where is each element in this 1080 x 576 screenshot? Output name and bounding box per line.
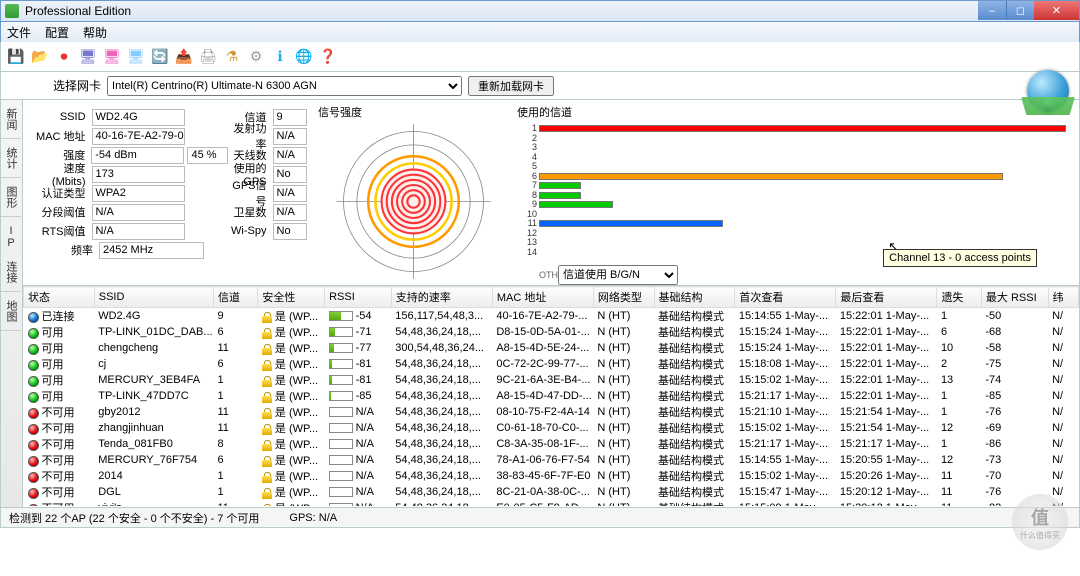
col-header[interactable]: MAC 地址 [492,287,593,308]
export-icon[interactable]: 📤 [173,46,195,68]
help-icon[interactable]: ❓ [317,46,339,68]
table-row[interactable]: 不可用Tenda_081FB08是 (WP...N/A54,48,36,24,1… [24,436,1079,452]
menubar: 文件 配置 帮助 [0,22,1080,42]
channel-panel: 使用的信道 1234567891011121314 OTH 信道使用 B/G/N… [513,100,1079,285]
table-row[interactable]: 可用MERCURY_3EB4FA1是 (WP...-8154,48,36,24,… [24,372,1079,388]
toolbar: 💾📂⏺🖥🖥🖥🔄📤🖨⚗⚙ℹ🌐❓ [0,42,1080,72]
info-icon[interactable]: ℹ [269,46,291,68]
ap-table-wrap[interactable]: 状态SSID信道安全性RSSI支持的速率MAC 地址网络类型基础结构首次查看最后… [23,286,1079,506]
col-header[interactable]: 安全性 [258,287,325,308]
table-row[interactable]: 不可用20141是 (WP...N/A54,48,36,24,18,...38-… [24,468,1079,484]
table-row[interactable]: 不可用zhangjinhuan11是 (WP...N/A54,48,36,24,… [24,420,1079,436]
table-row[interactable]: 不可用vivi's11是 (WP...N/A54,48,36,24,18,...… [24,500,1079,506]
radar-chart [326,124,501,279]
table-row[interactable]: 不可用DGL1是 (WP...N/A54,48,36,24,18,...8C-2… [24,484,1079,500]
menu-config[interactable]: 配置 [45,24,69,41]
col-header[interactable]: 纬 [1048,287,1078,308]
monitors-icon[interactable]: 🖥 [101,46,123,68]
channel-title: 使用的信道 [517,104,1071,120]
table-row[interactable]: 已连接WD2.4G9是 (WP...-54156,117,54,48,3...4… [24,308,1079,325]
vtab-1[interactable]: 统计 [1,139,21,178]
update-icon[interactable]: 🌐 [293,46,315,68]
titlebar: Professional Edition – ◻ ✕ [0,0,1080,22]
menu-file[interactable]: 文件 [7,24,31,41]
col-header[interactable]: 信道 [213,287,257,308]
adapter-label: 选择网卡 [53,77,101,94]
vtab-3[interactable]: IP 连接 [1,217,21,292]
status-ap-count: 检测到 22 个AP (22 个安全 - 0 个不安全) - 7 个可用 [9,510,259,526]
info-panel: SSIDWD2.4G信道9MAC 地址40-16-7E-A2-79-00发射功率… [23,100,313,285]
adapter-controls: 选择网卡 Intel(R) Centrino(R) Ultimate-N 630… [0,72,1080,100]
radar-panel: 信号强度 [313,100,513,285]
reload-adapter-button[interactable]: 重新加载网卡 [468,76,554,96]
col-header[interactable]: SSID [94,287,213,308]
vtab-0[interactable]: 新闻 [1,100,21,139]
table-row[interactable]: 不可用gby201211是 (WP...N/A54,48,36,24,18,..… [24,404,1079,420]
adapter-select[interactable]: Intel(R) Centrino(R) Ultimate-N 6300 AGN [107,76,462,96]
close-button[interactable]: ✕ [1034,1,1079,20]
col-header[interactable]: 网络类型 [593,287,654,308]
col-header[interactable]: 最大 RSSI [981,287,1048,308]
table-row[interactable]: 可用cj6是 (WP...-8154,48,36,24,18,...0C-72-… [24,356,1079,372]
channel-tooltip: Channel 13 - 0 access points [883,249,1037,267]
watermark: 值 什么值得买 [1012,494,1068,550]
filter-icon[interactable]: ⚗ [221,46,243,68]
table-row[interactable]: 可用TP-LINK_01DC_DAB...6是 (WP...-7154,48,3… [24,324,1079,340]
col-header[interactable]: 状态 [24,287,95,308]
col-header[interactable]: 最后查看 [836,287,937,308]
channel-chart: 1234567891011121314 [539,124,1066,261]
col-header[interactable]: 基础结构 [654,287,735,308]
channel-mode-select[interactable]: 信道使用 B/G/N [558,265,678,285]
col-header[interactable]: 首次查看 [735,287,836,308]
radar-title: 信号强度 [318,104,508,120]
vtab-2[interactable]: 图形 [1,178,21,217]
col-header[interactable]: 支持的速率 [391,287,492,308]
table-row[interactable]: 不可用MERCURY_76F7546是 (WP...N/A54,48,36,24… [24,452,1079,468]
settings-icon[interactable]: ⚙ [245,46,267,68]
col-header[interactable]: RSSI [325,287,392,308]
refresh-icon[interactable]: 🔄 [149,46,171,68]
statusbar: 检测到 22 个AP (22 个安全 - 0 个不安全) - 7 个可用 GPS… [0,508,1080,528]
maximize-button[interactable]: ◻ [1006,1,1034,20]
col-header[interactable]: 遗失 [937,287,981,308]
print-icon[interactable]: 🖨 [197,46,219,68]
screens-icon[interactable]: 🖥 [125,46,147,68]
window-title: Professional Edition [25,4,131,18]
pc-icon[interactable]: 🖥 [77,46,99,68]
save-icon[interactable]: 💾 [5,46,27,68]
status-gps: GPS: N/A [289,512,337,524]
table-row[interactable]: 可用chengcheng11是 (WP...-77300,54,48,36,24… [24,340,1079,356]
vtab-4[interactable]: 地图 [1,292,21,331]
vertical-tabs: 新闻统计图形IP 连接地图 [1,100,23,507]
oth-label: OTH [539,270,558,280]
minimize-button[interactable]: – [978,1,1006,20]
table-row[interactable]: 可用TP-LINK_47DD7C1是 (WP...-8554,48,36,24,… [24,388,1079,404]
ap-table: 状态SSID信道安全性RSSI支持的速率MAC 地址网络类型基础结构首次查看最后… [23,286,1079,506]
record-icon[interactable]: ⏺ [53,46,75,68]
app-icon [5,4,19,18]
menu-help[interactable]: 帮助 [83,24,107,41]
open-icon[interactable]: 📂 [29,46,51,68]
